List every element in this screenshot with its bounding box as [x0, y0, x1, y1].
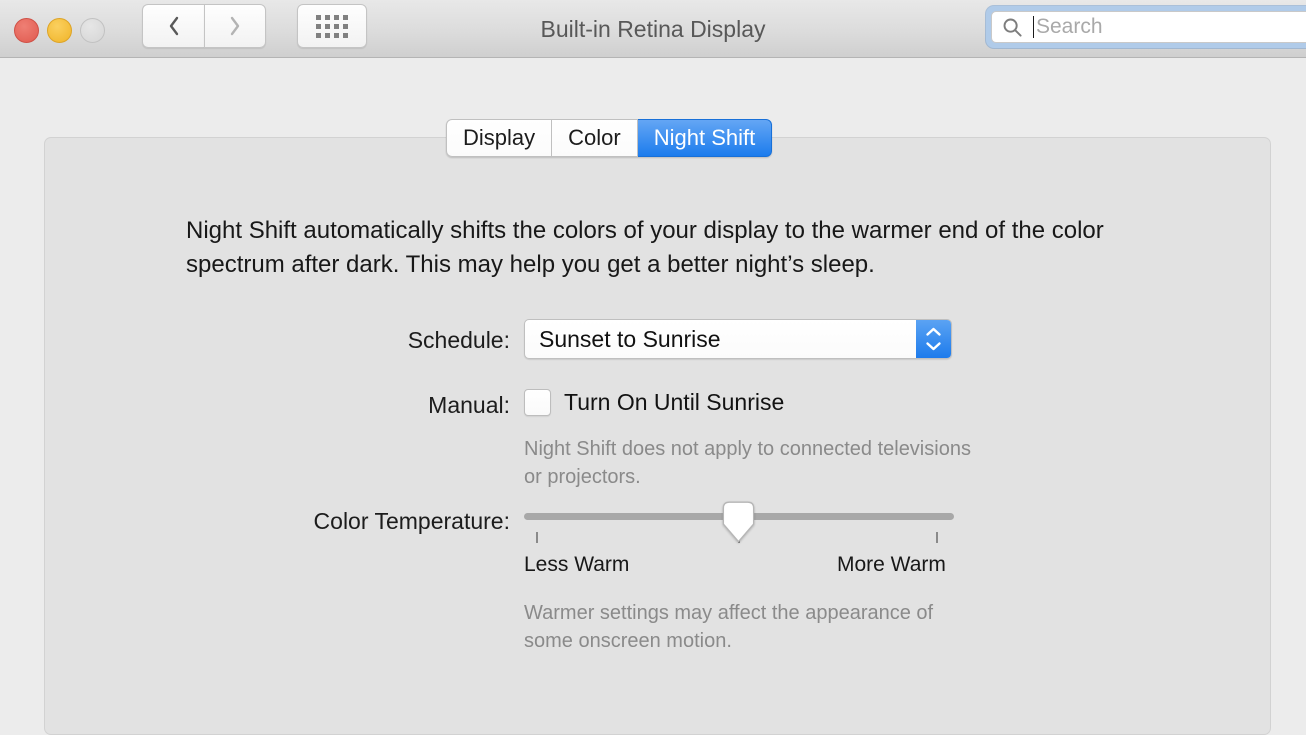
- turn-on-until-sunrise-checkbox[interactable]: [524, 389, 551, 416]
- chevron-left-icon: [169, 16, 178, 36]
- tab-color[interactable]: Color: [552, 119, 638, 157]
- schedule-stepper[interactable]: [916, 320, 951, 358]
- connected-displays-note: Night Shift does not apply to connected …: [524, 438, 971, 488]
- search-icon: [1003, 18, 1022, 37]
- color-temperature-slider[interactable]: [524, 500, 954, 543]
- chevron-up-icon: [926, 327, 941, 336]
- zoom-button[interactable]: [80, 18, 105, 43]
- traffic-light-group: [14, 18, 105, 43]
- forward-button[interactable]: [204, 4, 266, 48]
- slider-thumb[interactable]: [722, 501, 755, 543]
- slider-thumb-icon: [722, 501, 755, 543]
- night-shift-description: Night Shift automatically shifts the col…: [186, 217, 1104, 278]
- search-field-focus-ring: Search: [986, 6, 1306, 48]
- toolbar-nav-group: [142, 4, 367, 48]
- window-titlebar: Built-in Retina Display Search: [0, 0, 1306, 58]
- tab-display[interactable]: Display: [446, 119, 553, 157]
- schedule-popup-button[interactable]: Sunset to Sunrise: [524, 319, 952, 359]
- chevron-down-icon: [926, 342, 941, 351]
- search-placeholder: Search: [1036, 15, 1103, 38]
- color-temperature-label: Color Temperature:: [313, 508, 510, 534]
- back-button[interactable]: [142, 4, 204, 48]
- slider-min-label: Less Warm: [524, 553, 630, 576]
- turn-on-until-sunrise-label: Turn On Until Sunrise: [564, 389, 785, 415]
- manual-label: Manual:: [428, 392, 510, 418]
- close-button[interactable]: [14, 18, 39, 43]
- search-field[interactable]: Search: [991, 11, 1306, 43]
- preference-tab-bar: Display Color Night Shift: [446, 119, 773, 157]
- minimize-button[interactable]: [47, 18, 72, 43]
- chevron-right-icon: [230, 16, 240, 36]
- schedule-label: Schedule:: [407, 327, 510, 353]
- schedule-selected-value: Sunset to Sunrise: [539, 325, 721, 352]
- manual-checkbox-row: Turn On Until Sunrise: [524, 389, 784, 416]
- slider-max-label: More Warm: [837, 553, 946, 576]
- slider-tick: [935, 532, 938, 543]
- grid-icon: [316, 14, 348, 38]
- show-all-button[interactable]: [297, 4, 367, 48]
- tab-night-shift[interactable]: Night Shift: [637, 119, 773, 157]
- warmer-settings-note: Warmer settings may affect the appearanc…: [524, 602, 934, 652]
- slider-tick: [535, 532, 538, 543]
- text-cursor: [1033, 16, 1034, 38]
